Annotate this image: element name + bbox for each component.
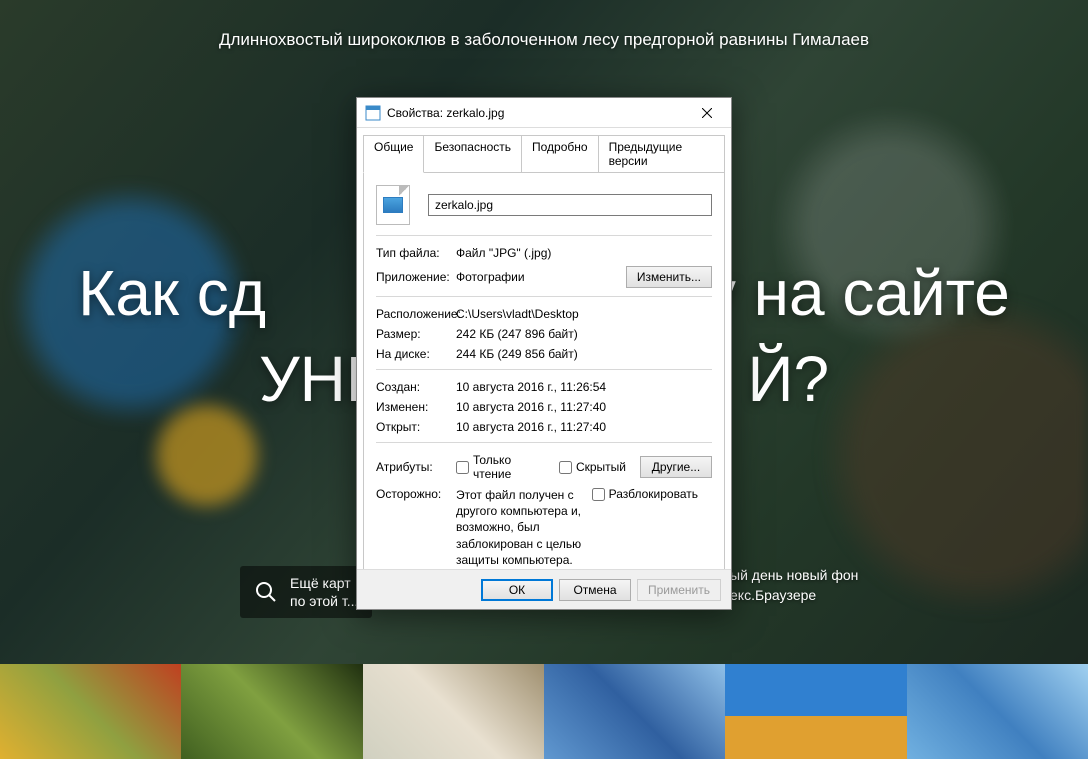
- window-icon: [365, 105, 381, 121]
- ok-button[interactable]: ОК: [481, 579, 553, 601]
- label-type: Тип файла:: [376, 246, 456, 260]
- titlebar[interactable]: Свойства: zerkalo.jpg: [357, 98, 731, 128]
- value-accessed: 10 августа 2016 г., 11:27:40: [456, 420, 712, 434]
- security-warning: Этот файл получен с другого компьютера и…: [456, 487, 592, 568]
- tab-details[interactable]: Подробно: [522, 135, 599, 173]
- thumbnail-strip[interactable]: [0, 664, 1088, 759]
- thumb-3[interactable]: [363, 664, 544, 759]
- filename-input[interactable]: [428, 194, 712, 216]
- tab-previous-versions[interactable]: Предыдущие версии: [599, 135, 725, 173]
- change-button[interactable]: Изменить...: [626, 266, 712, 288]
- separator: [376, 442, 712, 443]
- close-icon: [702, 108, 712, 118]
- other-attributes-button[interactable]: Другие...: [640, 456, 712, 478]
- checkbox-unblock-input[interactable]: [592, 488, 605, 501]
- checkbox-unblock[interactable]: Разблокировать: [592, 487, 698, 501]
- thumb-5[interactable]: [725, 664, 906, 759]
- thumb-2[interactable]: [181, 664, 362, 759]
- close-button[interactable]: [684, 98, 729, 127]
- tab-strip: Общие Безопасность Подробно Предыдущие в…: [357, 128, 731, 172]
- value-ondisk: 244 КБ (249 856 байт): [456, 347, 712, 361]
- label-location: Расположение:: [376, 307, 456, 321]
- value-created: 10 августа 2016 г., 11:26:54: [456, 380, 712, 394]
- bg-search-line1: Ещё карт: [290, 574, 358, 592]
- checkbox-readonly-input[interactable]: [456, 461, 469, 474]
- tab-panel-general: Тип файла: Файл "JPG" (.jpg) Приложение:…: [363, 172, 725, 604]
- thumb-6[interactable]: [907, 664, 1088, 759]
- value-type: Файл "JPG" (.jpg): [456, 246, 712, 260]
- tab-general[interactable]: Общие: [363, 135, 424, 173]
- bg-search-line2: по этой т...: [290, 592, 358, 610]
- separator: [376, 235, 712, 236]
- search-icon: [254, 580, 278, 604]
- file-type-icon: [376, 185, 410, 225]
- properties-dialog: Свойства: zerkalo.jpg Общие Безопасность…: [356, 97, 732, 610]
- label-attrs: Атрибуты:: [376, 460, 456, 474]
- dialog-footer: ОК Отмена Применить: [357, 569, 731, 609]
- label-modified: Изменен:: [376, 400, 456, 414]
- value-location: C:\Users\vladt\Desktop: [456, 307, 712, 321]
- label-created: Создан:: [376, 380, 456, 394]
- value-app: Фотографии: [456, 270, 626, 284]
- label-accessed: Открыт:: [376, 420, 456, 434]
- value-modified: 10 августа 2016 г., 11:27:40: [456, 400, 712, 414]
- label-careful: Осторожно:: [376, 487, 456, 501]
- tab-security[interactable]: Безопасность: [424, 135, 522, 173]
- apply-button[interactable]: Применить: [637, 579, 721, 601]
- separator: [376, 369, 712, 370]
- checkbox-readonly[interactable]: Только чтение: [456, 453, 545, 481]
- bg-subtitle: Длиннохвостый ширококлюв в заболоченном …: [0, 30, 1088, 50]
- checkbox-hidden-input[interactable]: [559, 461, 572, 474]
- thumb-4[interactable]: [544, 664, 725, 759]
- checkbox-hidden[interactable]: Скрытый: [559, 460, 626, 474]
- thumb-1[interactable]: [0, 664, 181, 759]
- bg-right-text: ый день новый фон екс.Браузере: [730, 566, 858, 605]
- label-size: Размер:: [376, 327, 456, 341]
- label-app: Приложение:: [376, 270, 456, 284]
- label-ondisk: На диске:: [376, 347, 456, 361]
- value-size: 242 КБ (247 896 байт): [456, 327, 712, 341]
- cancel-button[interactable]: Отмена: [559, 579, 631, 601]
- window-title: Свойства: zerkalo.jpg: [387, 106, 684, 120]
- bg-search-chip[interactable]: Ещё карт по этой т...: [240, 566, 372, 618]
- separator: [376, 296, 712, 297]
- image-icon: [383, 197, 403, 213]
